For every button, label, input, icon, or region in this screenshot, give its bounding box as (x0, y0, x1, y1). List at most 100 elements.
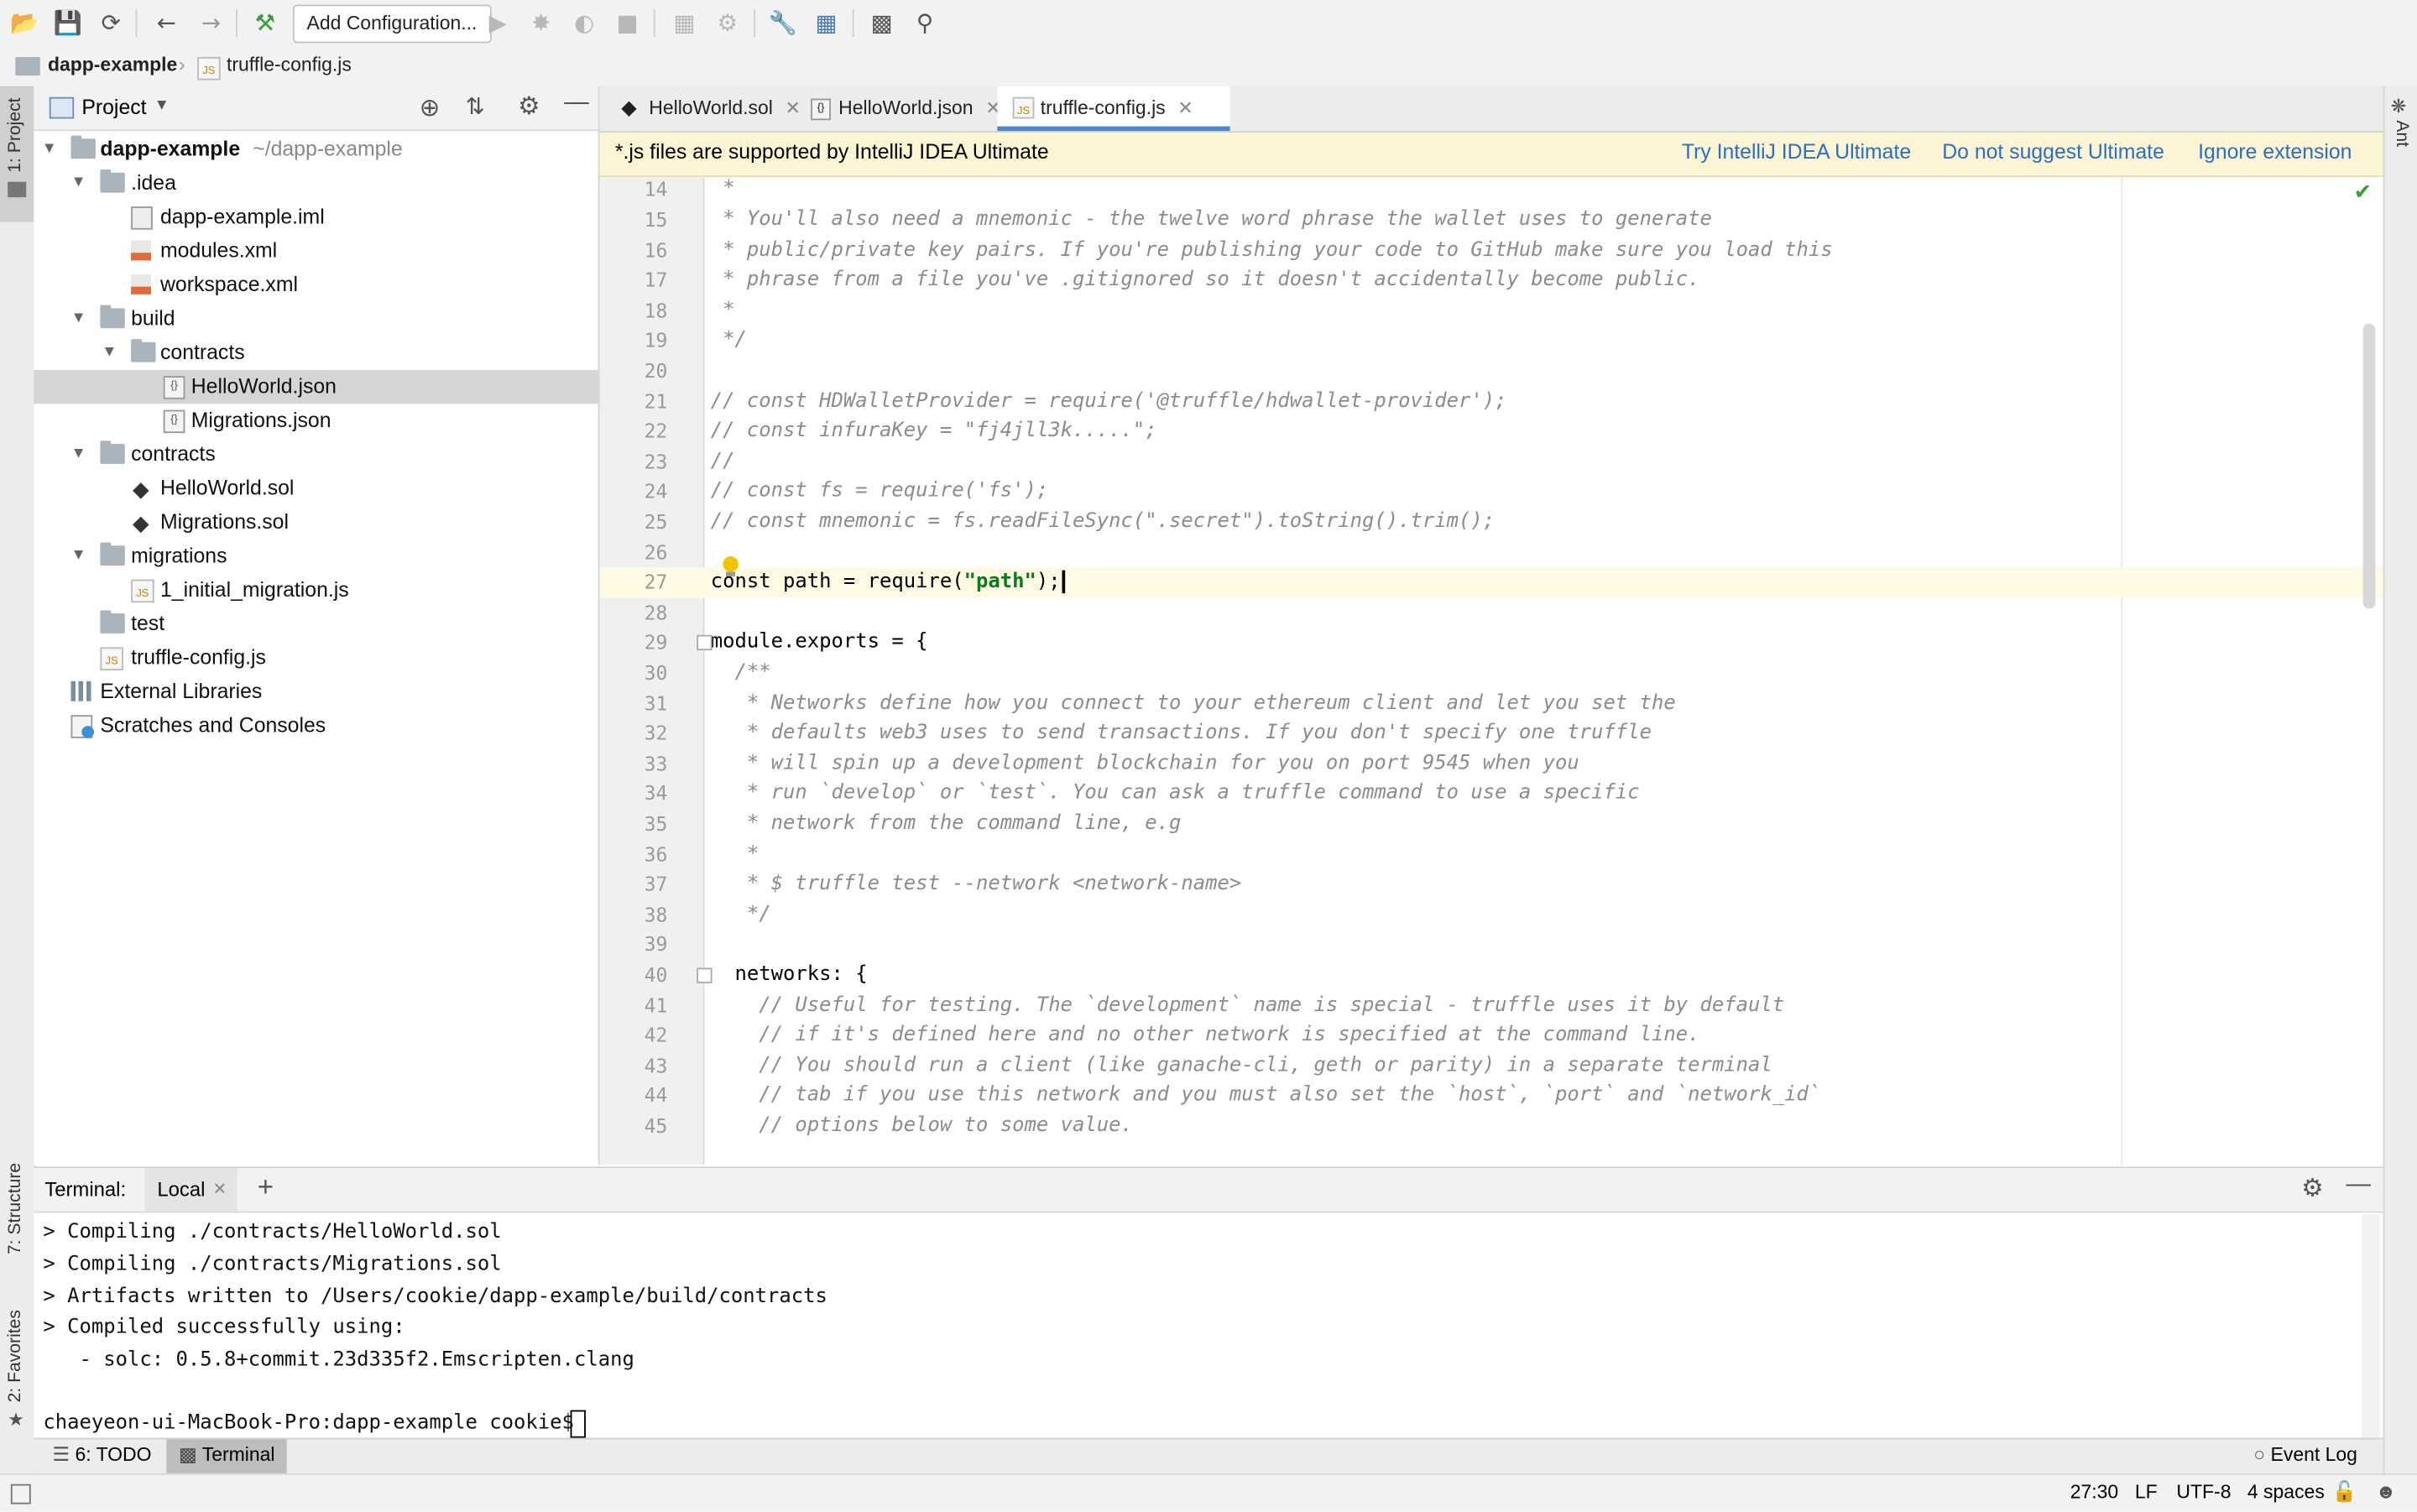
vcs-icon[interactable]: ⚙ (711, 8, 744, 39)
code-line[interactable]: 36 * (599, 839, 2383, 869)
editor-scrollbar[interactable] (2362, 323, 2376, 609)
code-line[interactable]: 32 * defaults web3 uses to send transact… (599, 718, 2383, 748)
code-line[interactable]: 14 * (599, 177, 2383, 205)
tree-item-dapp-example[interactable]: ▼ dapp-example ~/dapp-example (34, 133, 598, 166)
code-line[interactable]: 41 // Useful for testing. The `developme… (599, 990, 2383, 1020)
code-line[interactable]: 43 // You should run a client (like gana… (599, 1051, 2383, 1081)
code-line[interactable]: 17 * phrase from a file you've .gitignor… (599, 265, 2383, 295)
project-tool-tab[interactable]: 1: Project (0, 86, 34, 222)
terminal-tool-tab[interactable]: ▩ Terminal (166, 1439, 288, 1473)
favorites-tool-tab[interactable]: 2: Favorites ★ (0, 1291, 34, 1430)
gear-icon[interactable]: ⚙ (518, 91, 540, 122)
locate-target-icon[interactable]: ⊕ (420, 92, 441, 123)
search-icon[interactable]: ⚲ (908, 8, 942, 39)
expand-arrow-icon[interactable]: ▼ (70, 540, 86, 573)
tree-item-migrations-sol[interactable]: ◆ Migrations.sol (34, 505, 598, 539)
code-line[interactable]: 28 (599, 597, 2383, 628)
close-icon[interactable]: ✕ (1177, 97, 1193, 119)
back-arrow-icon[interactable]: ← (149, 8, 183, 39)
do-not-suggest-link[interactable]: Do not suggest Ultimate (1942, 140, 2164, 164)
tree-item-external-libraries[interactable]: External Libraries (34, 675, 598, 708)
expand-arrow-icon[interactable]: ▼ (102, 336, 117, 369)
collapse-all-icon[interactable]: ⇅ (466, 92, 485, 120)
project-panel-title[interactable]: Project (81, 96, 146, 119)
code-line[interactable]: 18 * (599, 295, 2383, 326)
code-line[interactable]: 15 * You'll also need a mnemonic - the t… (599, 205, 2383, 235)
tree-item-build-contracts[interactable]: ▼ contracts (34, 336, 598, 369)
inspection-ok-icon[interactable]: ✔ (2354, 180, 2373, 205)
expand-arrow-icon[interactable]: ▼ (42, 133, 57, 166)
indent-setting[interactable]: 4 spaces (2247, 1481, 2325, 1503)
tree-item-migrations[interactable]: ▼ migrations (34, 540, 598, 573)
lock-icon[interactable]: 🔓 (2332, 1479, 2357, 1504)
try-ultimate-link[interactable]: Try IntelliJ IDEA Ultimate (1682, 140, 1911, 164)
wrench-settings-icon[interactable]: 🔧 (766, 8, 800, 39)
code-line[interactable]: 44 // tab if you use this network and yo… (599, 1081, 2383, 1111)
terminal-scrollbar[interactable] (2361, 1214, 2380, 1438)
code-line[interactable]: 25 // const mnemonic = fs.readFileSync(".… (599, 507, 2383, 537)
code-line[interactable]: 21 // const HDWalletProvider = require('@… (599, 386, 2383, 416)
tree-item-build[interactable]: ▼ build (34, 302, 598, 336)
terminal-tab-local[interactable]: Local ✕ (144, 1168, 238, 1212)
tree-item-initial-migration[interactable]: JS 1_initial_migration.js (34, 573, 598, 607)
tree-item-helloworld-sol[interactable]: ◆ HelloWorld.sol (34, 472, 598, 505)
code-line[interactable]: 19 */ (599, 326, 2383, 356)
save-icon[interactable]: 💾 (51, 8, 85, 39)
add-configuration-button[interactable]: Add Configuration... (292, 4, 491, 44)
open-folder-icon[interactable]: 📂 (8, 8, 41, 39)
code-line[interactable]: 30 /** (599, 658, 2383, 688)
breadcrumb-project[interactable]: dapp-example (48, 54, 177, 76)
code-line[interactable]: 34 * run `develop` or `test`. You can as… (599, 779, 2383, 809)
forward-arrow-icon[interactable]: → (194, 8, 227, 39)
debug-bug-icon[interactable]: ✸ (524, 8, 557, 39)
tree-item-contracts[interactable]: ▼ contracts (34, 438, 598, 472)
expand-arrow-icon[interactable]: ▼ (70, 438, 86, 472)
code-line[interactable]: 33 * will spin up a development blockcha… (599, 748, 2383, 779)
tree-item-idea[interactable]: ▼ .idea (34, 166, 598, 200)
fold-marker-icon[interactable] (697, 967, 713, 983)
close-icon[interactable]: ✕ (212, 1179, 227, 1199)
file-encoding[interactable]: UTF-8 (2176, 1481, 2231, 1503)
code-line[interactable]: 20 (599, 356, 2383, 386)
chevron-down-icon[interactable]: ▼ (154, 97, 170, 114)
caret-position[interactable]: 27:30 (2070, 1481, 2118, 1503)
run-icon[interactable]: ▶ (481, 8, 514, 39)
tool-window-toggle-icon[interactable] (10, 1483, 31, 1504)
build-hammer-icon[interactable]: ⚒ (248, 8, 282, 39)
tab-truffle-config[interactable]: JS truffle-config.js ✕ (997, 86, 1230, 132)
minimize-icon[interactable]: — (564, 90, 588, 117)
event-log-tool-tab[interactable]: ○ Event Log (2253, 1439, 2357, 1473)
code-editor[interactable]: 14 * 15 * You'll also need a mnemonic - t… (599, 177, 2383, 1165)
tree-item-workspace-xml[interactable]: workspace.xml (34, 269, 598, 302)
code-line[interactable]: 42 // if it's defined here and no other … (599, 1020, 2383, 1051)
tree-item-iml[interactable]: dapp-example.iml (34, 201, 598, 234)
minimize-icon[interactable]: — (2346, 1171, 2370, 1199)
gear-icon[interactable]: ⚙ (2301, 1173, 2323, 1204)
tab-helloworld-sol[interactable]: ◆ HelloWorld.sol ✕ (606, 86, 827, 131)
code-line[interactable]: 22 // const infuraKey = "fj4jll3k....."; (599, 416, 2383, 446)
tree-item-test[interactable]: test (34, 607, 598, 641)
tree-item-migrations-json[interactable]: {} Migrations.json (34, 404, 598, 437)
terminal-window-icon[interactable]: ▩ (864, 8, 898, 39)
coverage-icon[interactable]: ◐ (567, 8, 601, 39)
code-line[interactable]: 23 // (599, 446, 2383, 477)
terminal-cursor[interactable] (570, 1410, 586, 1438)
expand-arrow-icon[interactable]: ▼ (70, 302, 86, 336)
structure-tool-tab[interactable]: 7: Structure (0, 1131, 34, 1270)
stop-icon[interactable]: ■ (610, 8, 644, 39)
code-line[interactable]: 35 * network from the command line, e.g (599, 809, 2383, 839)
fold-marker-icon[interactable] (697, 635, 713, 651)
lightbulb-icon[interactable] (723, 556, 741, 578)
line-separator[interactable]: LF (2135, 1481, 2158, 1503)
tab-helloworld-json[interactable]: {} HelloWorld.json ✕ (796, 86, 1024, 131)
project-structure-icon[interactable]: ▦ (809, 8, 843, 39)
code-line[interactable]: 31 * Networks define how you connect to … (599, 688, 2383, 718)
code-line[interactable]: 38 */ (599, 899, 2383, 930)
breadcrumb-file[interactable]: truffle-config.js (227, 54, 352, 76)
expand-arrow-icon[interactable]: ▼ (70, 166, 86, 200)
code-line[interactable]: 45 // options below to some value. (599, 1111, 2383, 1141)
code-line[interactable]: 26 (599, 537, 2383, 567)
code-line[interactable]: 39 (599, 930, 2383, 960)
tree-item-modules-xml[interactable]: modules.xml (34, 234, 598, 268)
tree-item-helloworld-json[interactable]: {} HelloWorld.json (34, 369, 598, 404)
